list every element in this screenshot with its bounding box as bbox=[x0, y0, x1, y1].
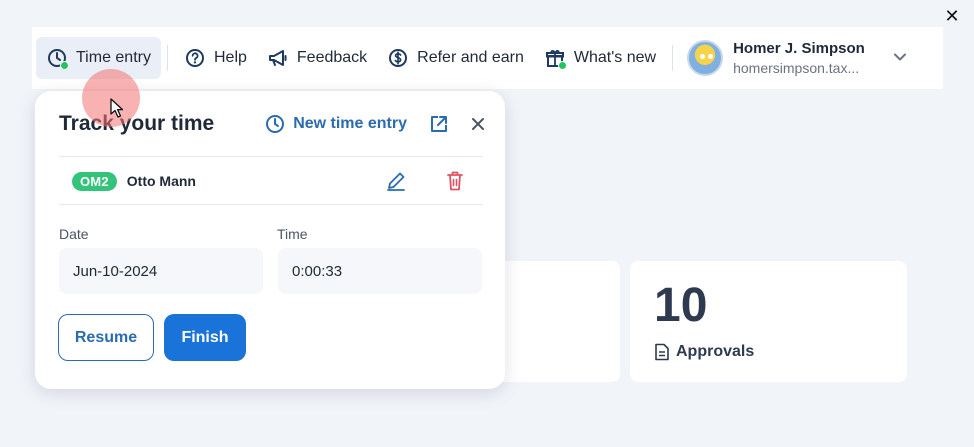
nav-whats-new-label: What's new bbox=[573, 49, 657, 66]
resume-button[interactable]: Resume bbox=[58, 314, 154, 361]
new-updates-dot bbox=[557, 61, 567, 70]
approvals-label: Approvals bbox=[676, 343, 755, 360]
nav-refer-and-earn-label: Refer and earn bbox=[417, 49, 524, 66]
date-field[interactable]: Jun-10-2024 bbox=[59, 248, 263, 294]
profile-email: homersimpson.tax... bbox=[733, 60, 860, 76]
gift-icon bbox=[544, 47, 567, 70]
new-time-entry-label: New time entry bbox=[293, 115, 407, 132]
date-label: Date bbox=[59, 226, 89, 242]
track-time-popup: Track your time New time entry OM2 Otto … bbox=[35, 91, 505, 389]
nav-whats-new[interactable]: What's new bbox=[534, 37, 666, 79]
delete-trash-icon[interactable] bbox=[445, 170, 465, 192]
close-icon[interactable] bbox=[471, 117, 485, 131]
edit-pencil-icon[interactable] bbox=[385, 170, 407, 192]
new-time-entry-button[interactable]: New time entry bbox=[265, 114, 407, 134]
profile-name: Homer J. Simpson bbox=[733, 40, 865, 57]
top-navigation-bar: Time entry Help Feedback Refer and earn … bbox=[32, 27, 943, 89]
chevron-down-icon[interactable] bbox=[893, 49, 907, 67]
time-field[interactable]: 0:00:33 bbox=[278, 248, 482, 294]
time-label: Time bbox=[277, 226, 308, 242]
nav-divider bbox=[672, 45, 674, 71]
help-circle-icon bbox=[184, 47, 206, 69]
nav-divider bbox=[166, 45, 168, 71]
document-icon bbox=[654, 343, 670, 361]
nav-help[interactable]: Help bbox=[174, 37, 257, 79]
nav-time-entry-label: Time entry bbox=[76, 49, 151, 66]
avatar bbox=[687, 40, 724, 76]
nav-help-label: Help bbox=[213, 49, 247, 66]
time-value: 0:00:33 bbox=[292, 262, 343, 280]
approvals-count: 10 bbox=[654, 279, 708, 332]
nav-refer-and-earn[interactable]: Refer and earn bbox=[377, 37, 534, 79]
nav-feedback-label: Feedback bbox=[296, 49, 368, 66]
divider bbox=[59, 156, 483, 157]
clock-icon bbox=[265, 114, 285, 134]
finish-button[interactable]: Finish bbox=[164, 314, 246, 361]
divider bbox=[59, 204, 483, 205]
client-code-badge: OM2 bbox=[72, 171, 117, 191]
approvals-card[interactable]: 10 Approvals bbox=[630, 261, 907, 382]
user-profile-menu[interactable]: Homer J. Simpson homersimpson.tax... bbox=[687, 40, 907, 76]
client-name: Otto Mann bbox=[126, 173, 196, 189]
active-status-dot bbox=[60, 61, 69, 70]
open-external-icon[interactable] bbox=[429, 114, 449, 134]
clock-icon bbox=[46, 47, 69, 70]
client-row: OM2 Otto Mann bbox=[72, 171, 465, 191]
popup-title: Track your time bbox=[59, 112, 215, 135]
window-close-button[interactable]: ✕ bbox=[942, 6, 962, 26]
dollar-circle-icon bbox=[387, 47, 409, 69]
date-value: Jun-10-2024 bbox=[73, 262, 158, 280]
megaphone-icon bbox=[267, 47, 289, 69]
nav-feedback[interactable]: Feedback bbox=[257, 37, 377, 79]
mouse-cursor-icon bbox=[110, 98, 124, 123]
